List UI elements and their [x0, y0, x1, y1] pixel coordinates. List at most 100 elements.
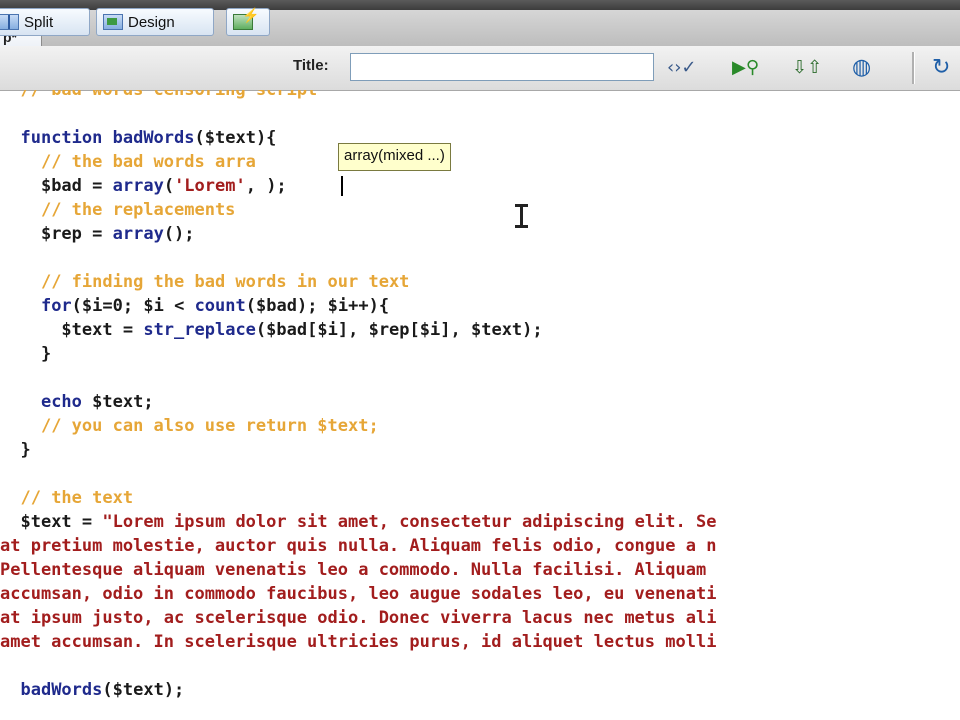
code-token: < [163, 296, 195, 316]
design-view-label: Design [128, 13, 175, 31]
code-token: accumsan, odio in commodo faucibus, leo … [0, 584, 717, 604]
code-token: $rep [368, 320, 410, 340]
code-token: =0; [102, 296, 144, 316]
code-token: = [71, 512, 103, 532]
code-token: $text [470, 320, 523, 340]
code-token: amet accumsan. In scelerisque ultricies … [0, 632, 717, 652]
code-token: $text [61, 320, 113, 340]
code-token: badWords [112, 128, 195, 148]
code-token: } [20, 440, 31, 460]
code-line: $rep = array(); [0, 223, 195, 245]
text-caret [341, 176, 343, 196]
code-line: at ipsum justo, ac scelerisque odio. Don… [0, 607, 716, 629]
code-line: for($i=0; $i < count($bad); $i++){ [0, 295, 389, 317]
code-token: [ [307, 320, 318, 340]
code-token: ); [296, 296, 328, 316]
code-line: accumsan, odio in commodo faucibus, leo … [0, 583, 716, 605]
code-token: $i [419, 320, 441, 340]
code-token: } [40, 344, 52, 364]
file-management-icon[interactable]: ⇩⇧ [792, 56, 822, 80]
code-token: $rep [40, 224, 82, 244]
code-token: ( [71, 296, 82, 316]
code-token: $bad [40, 176, 82, 196]
code-line: $text = "Lorem ipsum dolor sit amet, con… [0, 511, 716, 533]
live-view-icon [233, 7, 259, 30]
code-token: $text [112, 680, 164, 700]
live-view-button[interactable] [226, 7, 270, 36]
code-token: // the bad words arra [40, 152, 256, 172]
code-line: // bad words censoring script [0, 90, 317, 101]
code-token: ], [337, 320, 369, 340]
validate-markup-icon[interactable]: ‹›✓ [667, 56, 696, 80]
code-token: // you can also use return $text; [40, 416, 379, 436]
code-line: // the bad words arra [0, 151, 256, 173]
design-view-icon [103, 14, 123, 30]
code-token: = [81, 224, 113, 244]
code-token: , ); [245, 176, 287, 196]
code-token: $i [317, 320, 338, 340]
code-token: function [20, 128, 113, 148]
ibeam-cursor-icon [515, 204, 528, 228]
code-token: $i [143, 296, 164, 316]
code-token: $text [20, 512, 72, 532]
code-token: $i [81, 296, 103, 316]
code-line: // you can also use return $text; [0, 415, 379, 437]
toolbar-separator [912, 52, 915, 84]
code-token: $text [92, 392, 144, 412]
code-token: Pellentesque aliquam venenatis leo a com… [0, 560, 707, 580]
code-token: at pretium molestie, auctor quis nulla. … [0, 536, 717, 556]
code-token: 'Lorem' [174, 176, 246, 196]
preview-debug-icon[interactable]: ▶⚲ [732, 56, 759, 80]
browser-check-icon[interactable]: ◍ [852, 56, 871, 80]
code-token: // bad words censoring script [20, 90, 318, 100]
code-token: ( [245, 296, 256, 316]
code-token: // the text [20, 488, 134, 508]
code-token: = [81, 176, 113, 196]
code-line: } [0, 439, 31, 461]
code-token: ); [163, 680, 185, 700]
code-line: echo $text; [0, 391, 154, 413]
code-token: for [40, 296, 72, 316]
design-view-button[interactable]: Design [96, 8, 214, 36]
code-line: $bad = array('Lorem', ); [0, 175, 287, 197]
code-line: amet accumsan. In scelerisque ultricies … [0, 631, 716, 653]
code-line: function badWords($text){ [0, 127, 276, 149]
split-view-label: Split [24, 13, 54, 31]
code-line: $text = str_replace($bad[$i], $rep[$i], … [0, 319, 543, 341]
code-token: $bad [266, 320, 308, 340]
refresh-icon[interactable]: ↻ [932, 56, 950, 80]
code-token: $text [204, 128, 256, 148]
code-line: // the replacements [0, 199, 235, 221]
code-token: array [112, 176, 164, 196]
title-input[interactable] [350, 53, 654, 81]
code-hint-tooltip: array(mixed ...) [338, 143, 451, 171]
code-editor[interactable]: // bad words censoring script function b… [0, 90, 960, 720]
code-line: at pretium molestie, auctor quis nulla. … [0, 535, 716, 557]
code-line: // finding the bad words in our text [0, 271, 409, 293]
split-view-button[interactable]: Split [0, 8, 90, 36]
code-token: (); [163, 224, 195, 244]
code-token: count [194, 296, 246, 316]
code-token: ; [143, 392, 154, 412]
code-token: [ [409, 320, 420, 340]
code-line: badWords($text); [0, 679, 184, 701]
code-line: // the text [0, 487, 133, 509]
code-token: ++){ [348, 296, 390, 316]
code-line: Pellentesque aliquam venenatis leo a com… [0, 559, 706, 581]
code-token: ); [522, 320, 543, 340]
code-token: "Lorem ipsum dolor sit amet, consectetur… [102, 512, 717, 532]
code-token: at ipsum justo, ac scelerisque odio. Don… [0, 608, 717, 628]
